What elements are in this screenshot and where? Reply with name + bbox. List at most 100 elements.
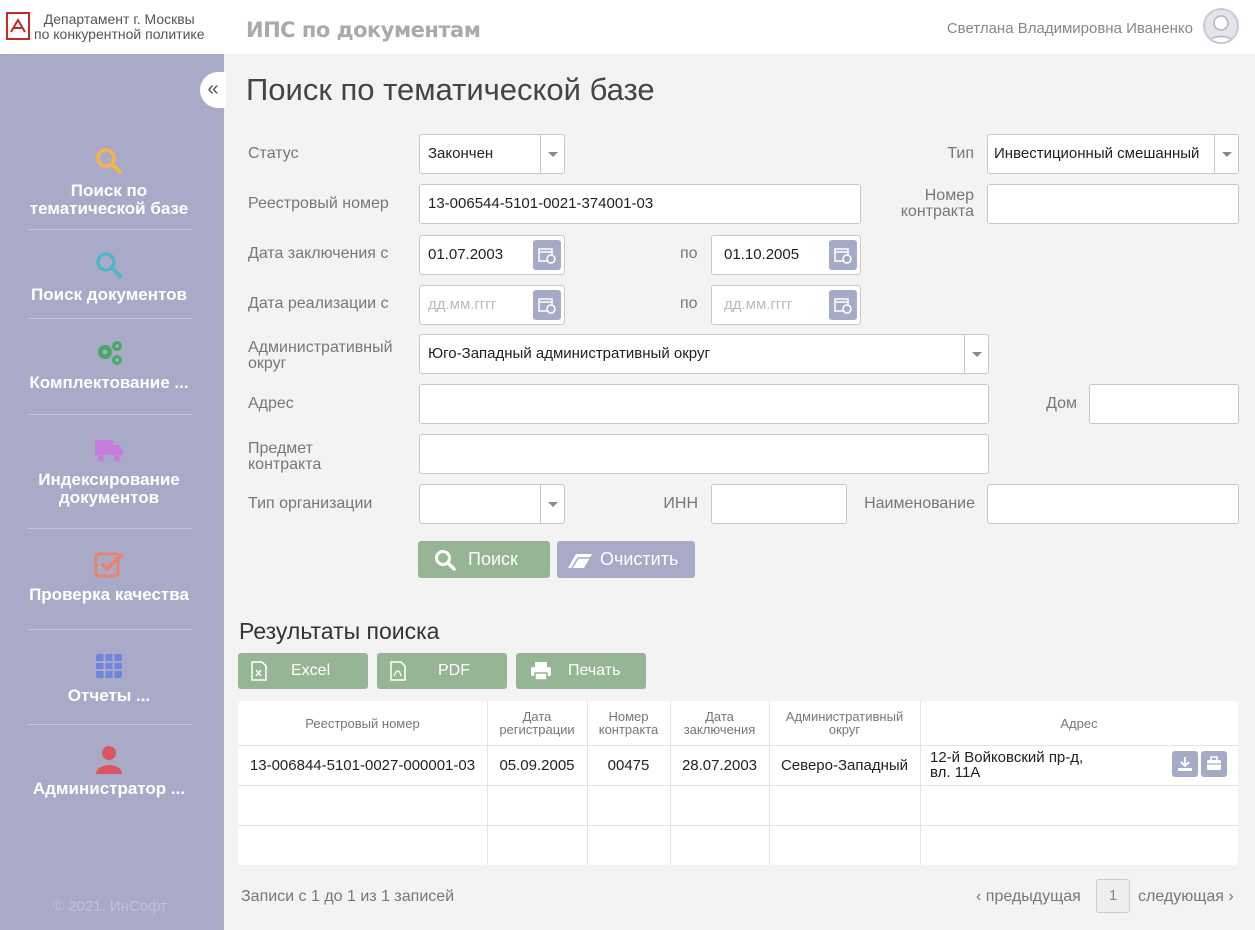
export-excel-button[interactable]: Excel [238, 653, 368, 689]
address-input[interactable] [419, 384, 989, 424]
printer-icon [531, 662, 551, 681]
registry-input[interactable]: 13-006544-5101-0021-374001-03 [419, 184, 861, 224]
subject-input[interactable] [419, 434, 989, 474]
sidebar-item-reports[interactable]: Отчеты ... [0, 651, 218, 705]
user-icon [96, 746, 122, 774]
results-table: Реестровый номер Дата регистрации Номер … [238, 701, 1238, 865]
conclusion-to-input[interactable]: 01.10.2005 [711, 235, 861, 275]
column-header[interactable]: Дата заключения [670, 701, 769, 745]
search-icon [96, 252, 122, 278]
divider [238, 785, 1238, 786]
conclusion-from-input[interactable]: 01.07.2003 [419, 235, 565, 275]
export-pdf-button[interactable]: PDF [377, 653, 507, 689]
column-header[interactable]: Номер контракта [587, 701, 670, 745]
type-select[interactable]: Инвестиционный смешанный [987, 134, 1239, 174]
type-label: Тип [947, 145, 974, 162]
pagination-next-label: следующая [1138, 888, 1224, 905]
registry-label: Реестровый номер [248, 195, 389, 212]
realization-to-placeholder: дд.мм.гггг [724, 296, 793, 313]
type-value: Инвестиционный смешанный [994, 145, 1200, 162]
download-button[interactable] [1172, 751, 1198, 777]
column-header[interactable]: Административный округ [769, 701, 920, 745]
sidebar-item-label: Комплектование ... [29, 373, 189, 392]
column-header[interactable]: Дата регистрации [487, 701, 587, 745]
divider [28, 629, 192, 630]
sidebar-item-indexing[interactable]: Индексирование документов [0, 435, 218, 507]
house-input[interactable] [1089, 384, 1239, 424]
briefcase-button[interactable] [1201, 751, 1227, 777]
chevron-down-icon [1214, 135, 1238, 173]
sidebar-item-acquisition[interactable]: Комплектование ... [0, 338, 218, 392]
org-line1: Департамент г. Москвы [43, 11, 195, 27]
sidebar-item-thematic-search[interactable]: Поиск по тематической базе [0, 146, 218, 218]
org-type-label: Тип организации [248, 495, 373, 512]
divider [28, 229, 192, 230]
column-header[interactable]: Реестровый номер [238, 701, 487, 745]
sidebar-item-label: Поиск по тематической базе [29, 181, 189, 218]
org-type-select[interactable] [419, 484, 565, 524]
name-input[interactable] [987, 484, 1239, 524]
realization-from-input[interactable]: дд.мм.гггг [419, 285, 565, 325]
cell-reg-date: 05.09.2005 [499, 756, 575, 774]
sidebar-item-label: Поиск документов [31, 285, 187, 304]
chevron-left-icon: ‹ [976, 888, 986, 905]
divider [28, 528, 192, 529]
conclusion-from-value: 01.07.2003 [428, 246, 504, 263]
org-line2: по конкурентной политике [34, 26, 205, 42]
district-label: Административный округ [248, 339, 393, 372]
results-title: Результаты поиска [239, 618, 440, 644]
divider [920, 701, 921, 865]
page-title: Поиск по тематической базе [246, 72, 655, 107]
calendar-button[interactable] [533, 240, 561, 270]
clear-button-label: Очистить [600, 549, 679, 569]
chevron-down-icon [964, 335, 988, 373]
calendar-button[interactable] [533, 290, 561, 320]
search-button[interactable]: Поиск [418, 541, 550, 578]
calendar-button[interactable] [829, 290, 857, 320]
search-icon [435, 550, 456, 571]
calendar-button[interactable] [829, 240, 857, 270]
header: Департамент г. Москвы по конкурентной по… [0, 0, 1255, 54]
conclusion-to-value: 01.10.2005 [724, 246, 800, 263]
chevron-right-icon: › [1223, 888, 1234, 905]
search-button-label: Поиск [468, 549, 518, 569]
excel-file-icon [251, 661, 267, 681]
pagination-prev-label: предыдущая [985, 888, 1081, 905]
contract-no-input[interactable] [987, 184, 1239, 224]
sidebar-item-admin[interactable]: Администратор ... [0, 744, 218, 798]
sidebar-item-documents-search[interactable]: Поиск документов [0, 250, 218, 304]
sidebar-item-label: Администратор ... [32, 779, 186, 798]
realization-from-placeholder: дд.мм.гггг [428, 296, 497, 313]
cell-contract-no: 00475 [607, 756, 650, 774]
chevron-down-icon [540, 135, 564, 173]
calendar-icon [538, 248, 556, 264]
export-pdf-label: PDF [438, 662, 470, 679]
divider [28, 414, 192, 415]
sidebar-item-label: Отчеты ... [67, 686, 151, 705]
district-value: Юго-Западный административный округ [428, 345, 710, 362]
user-avatar-icon [1208, 15, 1234, 42]
clear-button[interactable]: Очистить [557, 541, 695, 578]
avatar[interactable] [1203, 8, 1239, 44]
column-header[interactable]: Адрес [920, 701, 1238, 745]
user-name[interactable]: Светлана Владимировна Иваненко [947, 20, 1193, 37]
realization-to-input[interactable]: дд.мм.гггг [711, 285, 861, 325]
gears-icon [98, 341, 122, 365]
district-select[interactable]: Юго-Западный административный округ [419, 334, 989, 374]
org-name: Департамент г. Москвы по конкурентной по… [34, 12, 204, 42]
pagination-prev[interactable]: ‹ предыдущая [976, 888, 1081, 906]
status-label: Статус [248, 145, 299, 162]
sidebar-item-label: Проверка качества [29, 585, 189, 604]
sidebar-item-quality-check[interactable]: Проверка качества [0, 550, 218, 604]
eraser-icon [568, 554, 592, 569]
sidebar-item-label: Индексирование документов [38, 470, 180, 507]
contract-no-label: Номер контракта [900, 187, 974, 220]
print-button[interactable]: Печать [516, 653, 646, 689]
records-info: Записи с 1 до 1 из 1 записей [241, 888, 455, 905]
pagination-next[interactable]: следующая › [1138, 888, 1234, 906]
pagination-page[interactable]: 1 [1096, 879, 1130, 913]
status-select[interactable]: Закончен [419, 134, 565, 174]
status-value: Закончен [428, 145, 494, 162]
inn-input[interactable] [711, 484, 847, 524]
calendar-icon [834, 298, 852, 314]
